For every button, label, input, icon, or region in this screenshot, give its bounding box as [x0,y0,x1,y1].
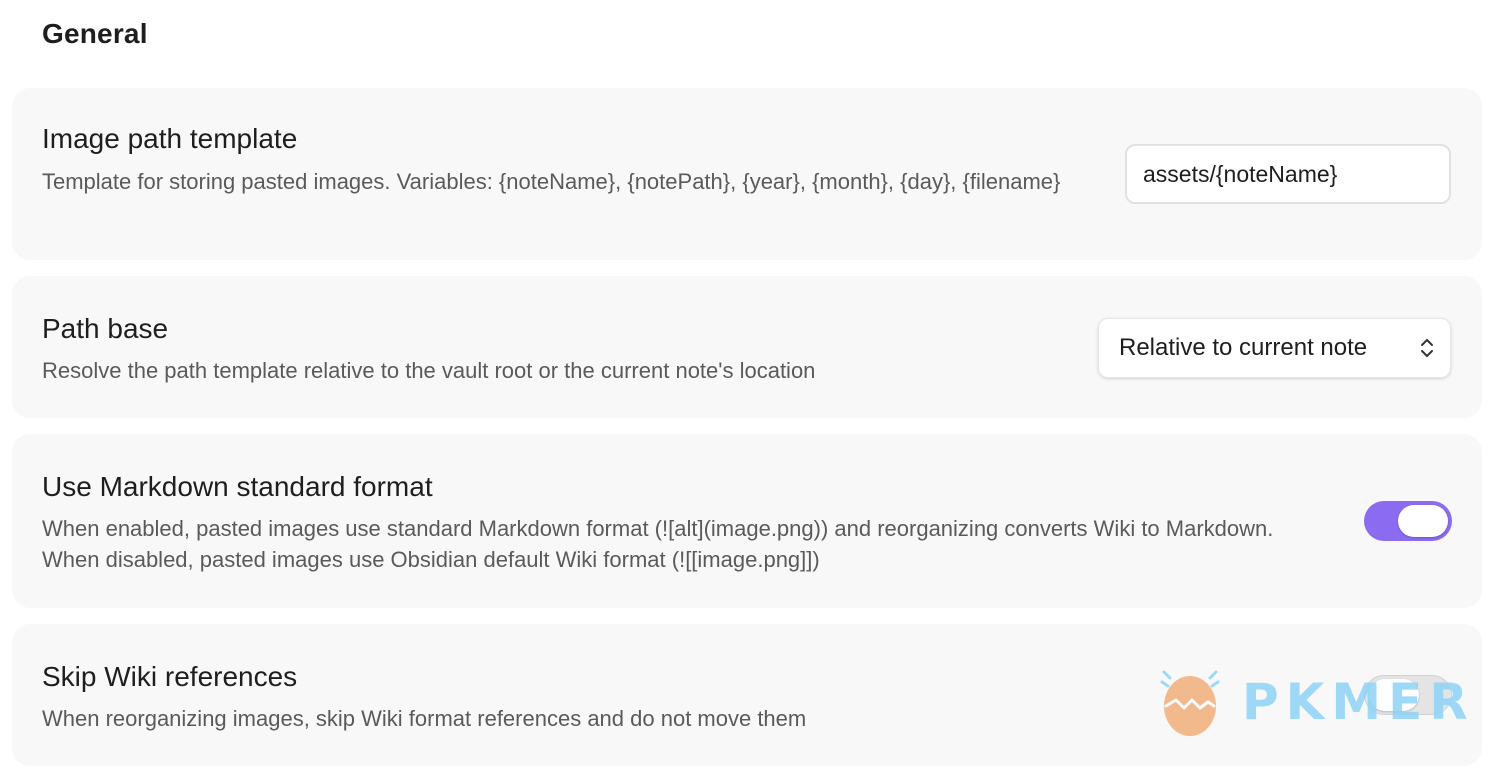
chevron-up-down-icon [1418,335,1436,361]
setting-image-path-template: Image path template Template for storing… [12,88,1482,260]
setting-path-base: Path base Resolve the path template rela… [12,276,1482,418]
markdown-format-toggle[interactable] [1364,501,1452,541]
setting-description: When enabled, pasted images use standard… [42,516,1274,572]
page-title: General [42,18,148,49]
setting-title: Path base [42,313,169,344]
setting-description: Resolve the path template relative to th… [42,358,816,383]
path-base-dropdown[interactable]: Relative to current note [1098,318,1451,378]
toggle-knob [1369,679,1419,711]
setting-skip-wiki-references: Skip Wiki references When reorganizing i… [12,624,1482,766]
setting-description: Template for storing pasted images. Vari… [42,169,1061,194]
setting-description: When reorganizing images, skip Wiki form… [42,706,807,731]
dropdown-selected-value: Relative to current note [1119,334,1368,361]
image-path-template-input[interactable] [1125,144,1451,204]
toggle-knob [1398,505,1448,537]
setting-markdown-standard-format: Use Markdown standard format When enable… [12,434,1482,608]
setting-title: Skip Wiki references [42,661,298,692]
setting-title: Image path template [42,123,298,154]
skip-wiki-references-toggle[interactable] [1364,675,1452,715]
setting-title: Use Markdown standard format [42,471,433,502]
